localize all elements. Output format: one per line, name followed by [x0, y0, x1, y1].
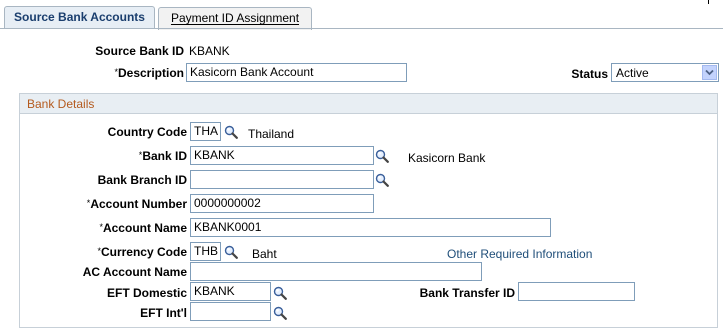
status-label: Status [571, 67, 608, 81]
other-required-information-link[interactable]: Other Required Information [447, 247, 592, 261]
eft-intl-label: EFT Int'l [140, 306, 187, 320]
ac-account-name-field[interactable] [190, 262, 482, 281]
eft-domestic-field[interactable]: KBANK [190, 282, 271, 301]
bank-id-field[interactable]: KBANK [190, 146, 374, 165]
bank-id-lookup-icon[interactable] [375, 149, 389, 163]
country-code-label: Country Code [107, 125, 187, 139]
bank-id-label-text: Bank ID [142, 149, 187, 163]
account-name-field[interactable]: KBANK0001 [190, 218, 551, 237]
eft-domestic-label: EFT Domestic [106, 286, 187, 300]
currency-code-field[interactable]: THB [190, 242, 221, 261]
currency-code-label-text: Currency Code [100, 245, 187, 259]
chevron-down-icon[interactable] [702, 65, 717, 80]
bank-transfer-id-field[interactable] [518, 282, 635, 301]
account-name-label: *Account Name [99, 221, 187, 235]
bank-details-title: Bank Details [27, 97, 95, 111]
required-marker: * [99, 222, 103, 232]
source-bank-id-value: KBANK [189, 44, 230, 58]
required-marker: * [86, 198, 91, 208]
required-marker: * [97, 246, 101, 256]
bank-branch-id-field[interactable] [190, 170, 374, 189]
bank-transfer-id-label: Bank Transfer ID [419, 286, 515, 300]
top-edge-line [708, 0, 709, 4]
description-label-text: Description [117, 66, 184, 80]
country-code-field[interactable]: THA [190, 122, 221, 141]
ac-account-name-label: AC Account Name [82, 265, 187, 279]
required-marker: * [114, 67, 118, 77]
currency-code-lookup-icon[interactable] [224, 245, 238, 259]
status-select[interactable]: Active [611, 63, 719, 82]
account-name-label-text: Account Name [102, 221, 187, 235]
account-number-field[interactable]: 0000000002 [190, 194, 374, 213]
account-number-label: *Account Number [87, 197, 187, 211]
eft-domestic-lookup-icon[interactable] [273, 286, 287, 300]
tab-strip-divider [0, 28, 723, 29]
required-marker: * [138, 150, 143, 160]
bank-id-label: *Bank ID [139, 149, 187, 163]
account-number-label-text: Account Number [90, 197, 187, 211]
country-code-lookup-icon[interactable] [224, 125, 238, 139]
bank-details-header: Bank Details [20, 94, 717, 114]
source-bank-id-label: Source Bank ID [95, 44, 184, 58]
country-name: Thailand [248, 127, 295, 141]
description-field[interactable]: Kasicorn Bank Account [186, 63, 407, 82]
description-label: *Description [114, 66, 184, 80]
tab-payment-id-assignment-label: Payment ID Assignment [170, 11, 300, 25]
eft-intl-lookup-icon[interactable] [273, 306, 287, 320]
bank-branch-id-label: Bank Branch ID [97, 173, 187, 187]
tab-source-bank-accounts[interactable]: Source Bank Accounts [4, 6, 155, 29]
eft-intl-field[interactable] [190, 302, 271, 321]
currency-name: Baht [252, 247, 277, 261]
tab-payment-id-assignment[interactable]: Payment ID Assignment [158, 7, 312, 30]
bank-branch-id-lookup-icon[interactable] [375, 173, 389, 187]
bank-name: Kasicorn Bank [408, 151, 486, 165]
currency-code-label: *Currency Code [97, 245, 187, 259]
status-select-value: Active [616, 66, 649, 80]
